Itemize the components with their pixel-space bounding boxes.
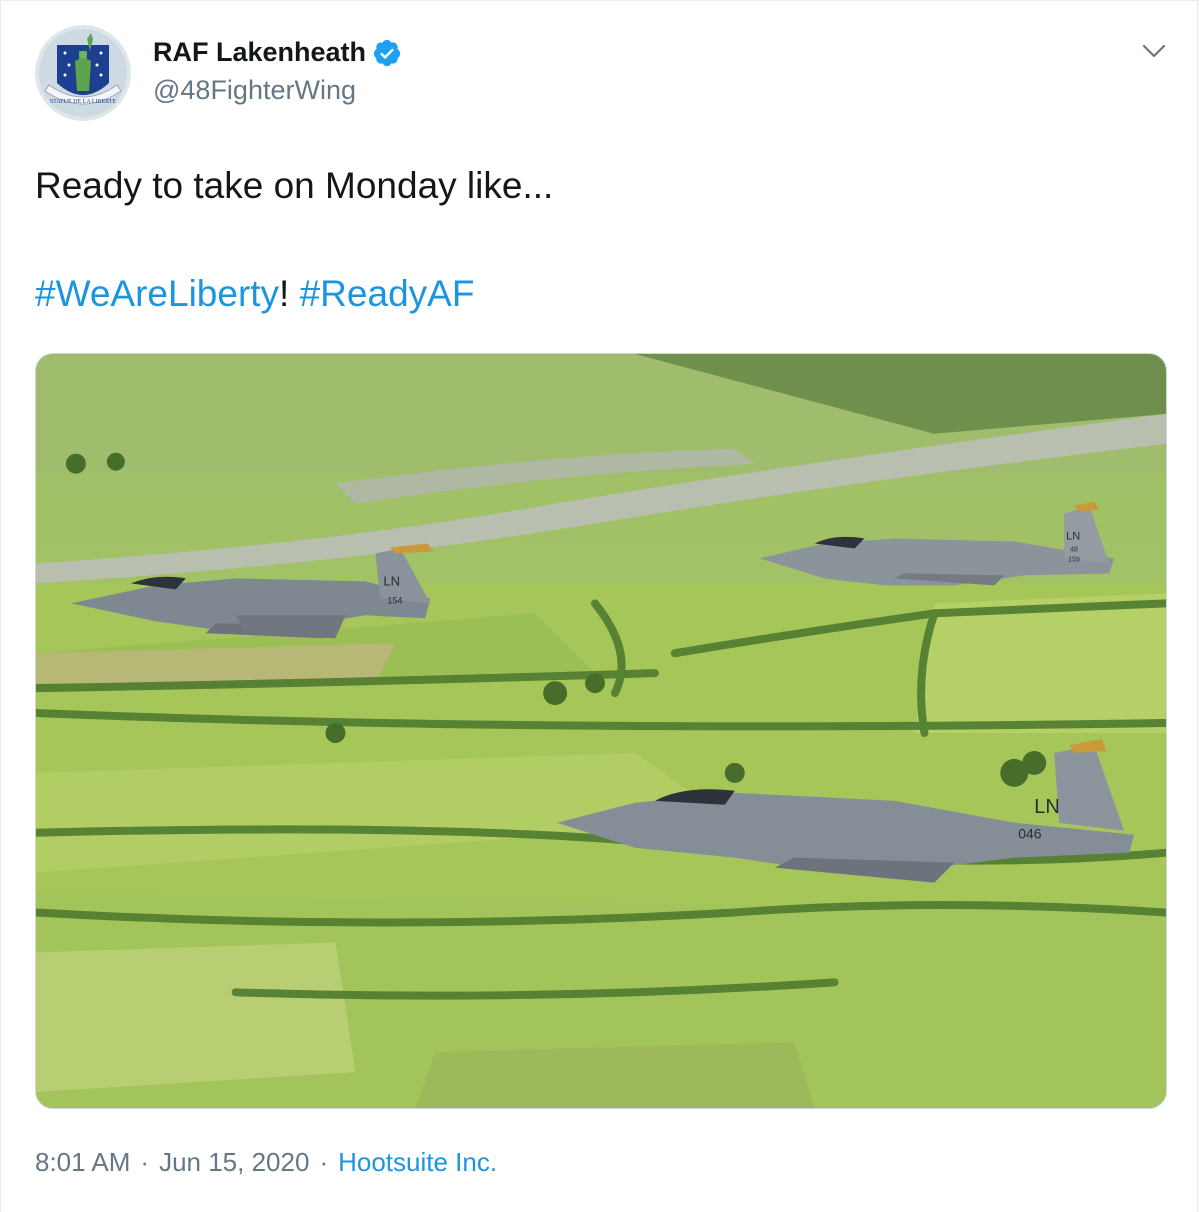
hashtag-readyaf[interactable]: #ReadyAF [300,273,475,314]
tweet-text-line: Ready to take on Monday like... [35,165,554,206]
photo-three-jets-icon: LN 154 LN 48 159 LN 046 [36,354,1166,1108]
display-name[interactable]: RAF Lakenheath [153,37,366,68]
tweet-card: STATUE DE LA LIBERTE RAF Lakenheath @48F… [0,0,1198,1212]
svg-text:STATUE DE LA LIBERTE: STATUE DE LA LIBERTE [50,99,117,105]
chevron-down-icon[interactable] [1141,41,1167,61]
svg-text:046: 046 [1018,826,1042,842]
author-name-row: RAF Lakenheath [153,37,402,68]
hashtag-separator: ! [279,273,290,314]
svg-text:159: 159 [1068,556,1080,563]
tweet-meta: 8:01 AM · Jun 15, 2020 · Hootsuite Inc. [35,1147,497,1178]
tweet-text-spacer [35,213,1155,267]
meta-dot: · [140,1147,150,1177]
verified-badge-icon [373,39,401,66]
svg-text:LN: LN [1034,796,1060,818]
source-link[interactable]: Hootsuite Inc. [338,1147,497,1178]
hashtag-weareliberty[interactable]: #WeAreLiberty [35,273,279,314]
svg-text:LN: LN [1066,531,1080,543]
meta-dot: · [319,1147,329,1177]
svg-text:154: 154 [387,595,402,605]
avatar[interactable]: STATUE DE LA LIBERTE [35,25,131,121]
tweet-text: Ready to take on Monday like... #WeAreLi… [35,159,1155,321]
svg-text:LN: LN [383,573,400,588]
tweet-date[interactable]: Jun 15, 2020 [159,1147,309,1178]
hashtag-line: #WeAreLiberty! #ReadyAF [35,267,1155,321]
statue-of-liberty-badge-icon: STATUE DE LA LIBERTE [35,25,131,121]
handle[interactable]: @48FighterWing [153,75,356,106]
tweet-photo[interactable]: LN 154 LN 48 159 LN 046 [35,353,1167,1109]
tweet-time[interactable]: 8:01 AM [35,1147,130,1178]
svg-text:48: 48 [1070,546,1078,553]
